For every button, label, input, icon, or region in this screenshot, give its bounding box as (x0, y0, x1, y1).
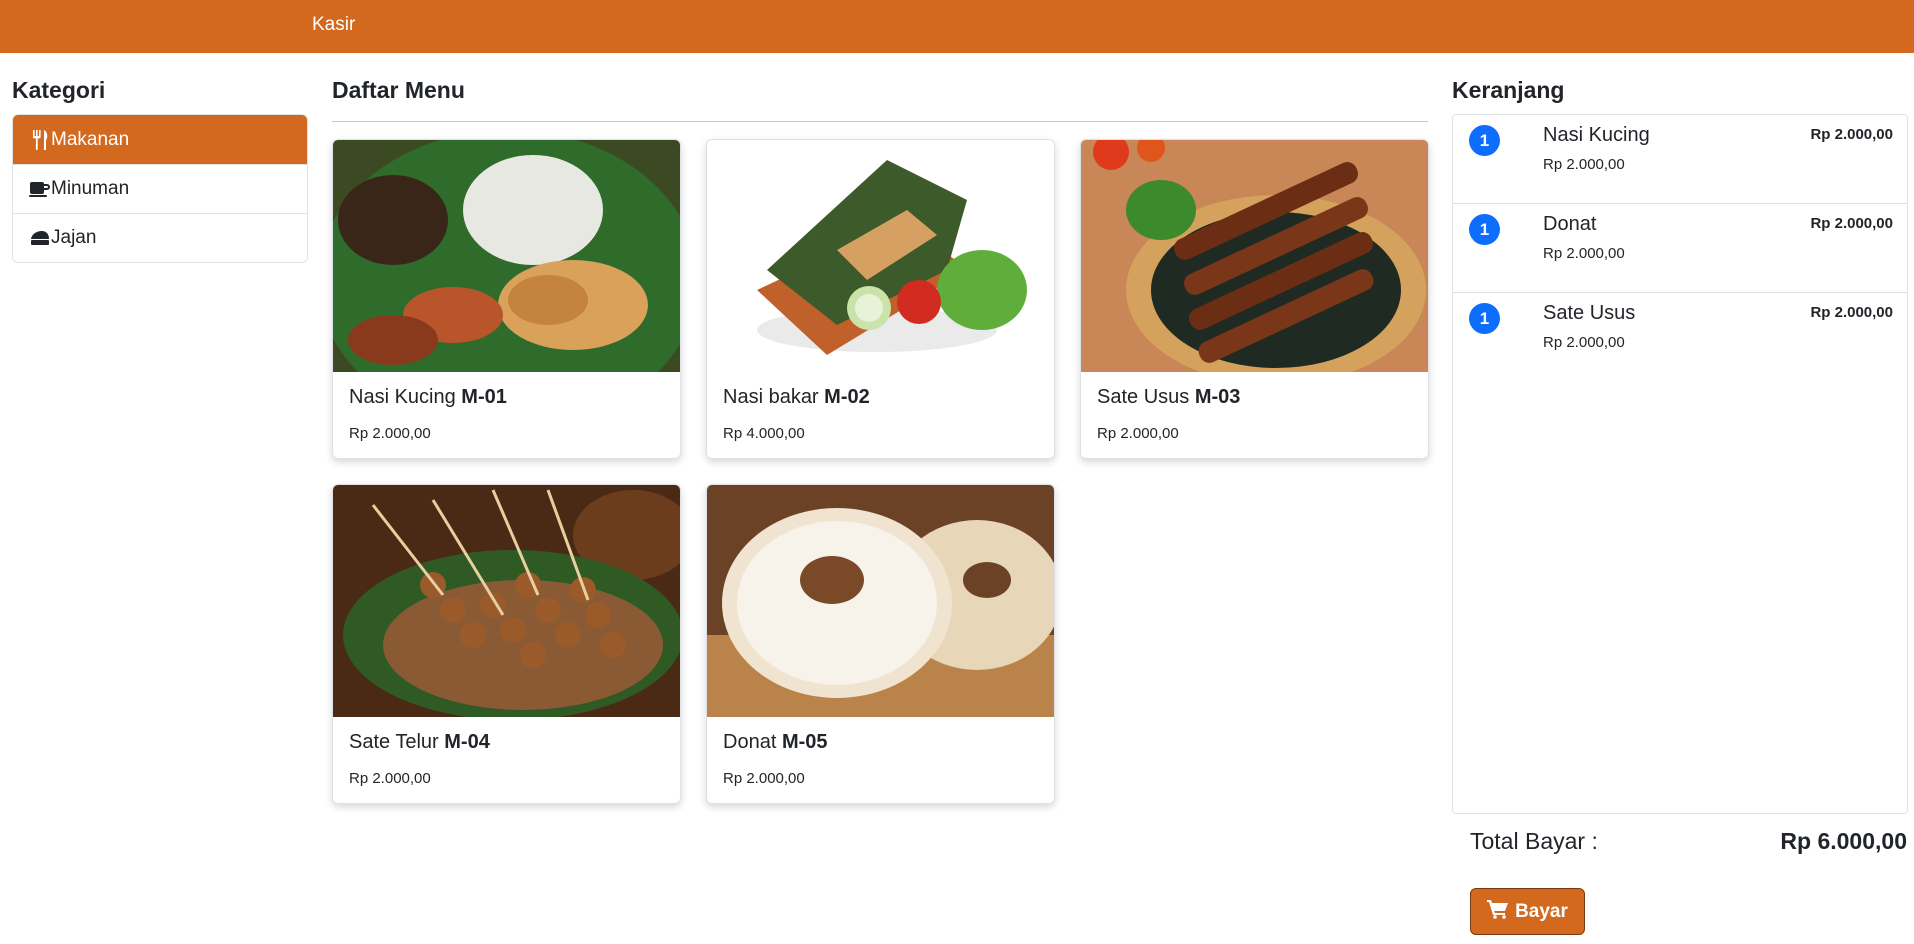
pay-button-label: Bayar (1515, 900, 1568, 922)
category-label: Makanan (51, 128, 130, 150)
category-item-jajan[interactable]: Jajan (13, 213, 307, 262)
cart-item-unit-price: Rp 2.000,00 (1543, 156, 1625, 173)
menu-card-price: Rp 2.000,00 (723, 770, 805, 787)
cart-item[interactable]: 1 Sate Usus Rp 2.000,00 Rp 2.000,00 (1453, 293, 1907, 382)
menu-card-price: Rp 2.000,00 (349, 425, 431, 442)
pay-button[interactable]: Bayar (1470, 888, 1585, 935)
menu-card-price: Rp 2.000,00 (1097, 425, 1179, 442)
mug-icon (29, 178, 51, 200)
menu-card-nasi-bakar[interactable]: Nasi bakar M-02 Rp 4.000,00 (706, 139, 1055, 459)
menu-card-donat[interactable]: Donat M-05 Rp 2.000,00 (706, 484, 1055, 804)
menu-card-title: Nasi bakar M-02 (723, 386, 870, 408)
cart-item-unit-price: Rp 2.000,00 (1543, 334, 1625, 351)
total-value: Rp 6.000,00 (1780, 828, 1907, 854)
quantity-badge: 1 (1469, 125, 1500, 156)
quantity-badge: 1 (1469, 214, 1500, 245)
menu-card-sate-usus[interactable]: Sate Usus M-03 Rp 2.000,00 (1080, 139, 1429, 459)
menu-card-title: Nasi Kucing M-01 (349, 386, 507, 408)
category-label: Jajan (51, 227, 97, 248)
cart-item-name: Nasi Kucing (1543, 124, 1650, 146)
menu-title: Daftar Menu (332, 77, 465, 103)
menu-card-price: Rp 4.000,00 (723, 425, 805, 442)
menu-image-donat (707, 485, 1054, 717)
menu-card-nasi-kucing[interactable]: Nasi Kucing M-01 Rp 2.000,00 (332, 139, 681, 459)
category-item-makanan[interactable]: Makanan (13, 115, 307, 164)
category-list: Makanan Minuman Jajan (12, 114, 308, 263)
cart-item-name: Donat (1543, 213, 1597, 235)
cart-item-unit-price: Rp 2.000,00 (1543, 245, 1625, 262)
menu-card-sate-telur[interactable]: Sate Telur M-04 Rp 2.000,00 (332, 484, 681, 804)
menu-card-title: Donat M-05 (723, 731, 828, 753)
menu-card-title: Sate Telur M-04 (349, 731, 490, 753)
cart-item-name: Sate Usus (1543, 302, 1636, 324)
top-navbar: Kasir (0, 0, 1914, 53)
cart-item-subtotal: Rp 2.000,00 (1810, 304, 1893, 321)
category-label: Minuman (51, 178, 130, 199)
utensils-icon (29, 129, 51, 151)
total-label: Total Bayar : (1470, 828, 1598, 854)
menu-divider (332, 121, 1428, 122)
cart-item-subtotal: Rp 2.000,00 (1810, 126, 1893, 143)
navbar-brand[interactable]: Kasir (312, 14, 355, 36)
cart-title: Keranjang (1452, 77, 1565, 103)
cake-icon (29, 227, 51, 249)
cart-icon (1487, 899, 1509, 925)
kategori-title: Kategori (12, 77, 106, 103)
cart-list: 1 Nasi Kucing Rp 2.000,00 Rp 2.000,00 1 … (1452, 114, 1908, 814)
category-item-minuman[interactable]: Minuman (13, 164, 307, 213)
menu-image-sate-telur (333, 485, 680, 717)
menu-image-nasi-kucing (333, 140, 680, 372)
quantity-badge: 1 (1469, 303, 1500, 334)
menu-card-price: Rp 2.000,00 (349, 770, 431, 787)
menu-card-title: Sate Usus M-03 (1097, 386, 1241, 408)
menu-image-nasi-bakar (707, 140, 1054, 372)
menu-image-sate-usus (1081, 140, 1428, 372)
cart-item[interactable]: 1 Nasi Kucing Rp 2.000,00 Rp 2.000,00 (1453, 115, 1907, 204)
cart-item[interactable]: 1 Donat Rp 2.000,00 Rp 2.000,00 (1453, 204, 1907, 293)
cart-item-subtotal: Rp 2.000,00 (1810, 215, 1893, 232)
